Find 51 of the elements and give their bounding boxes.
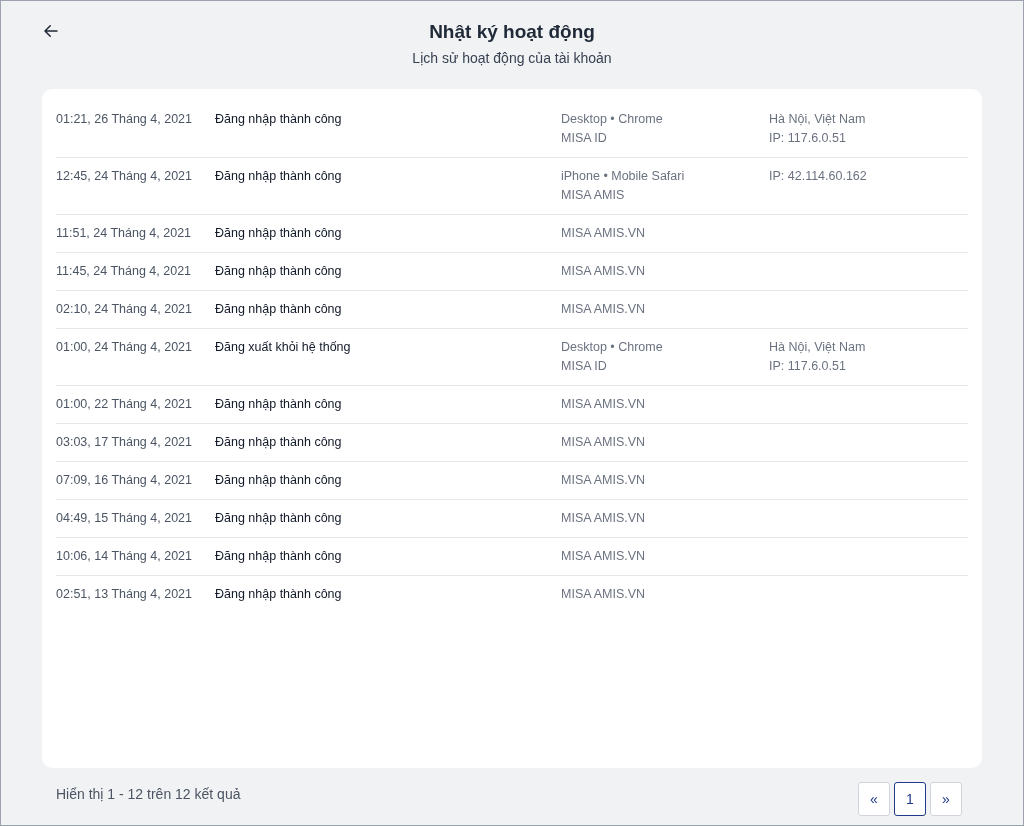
time-cell-text: 01:21, 26 Tháng 4, 2021 [56, 111, 193, 128]
pagination-button[interactable]: 1 [894, 782, 926, 816]
time-cell-text: 01:00, 24 Tháng 4, 2021 [56, 339, 193, 356]
time-cell-text: 11:51, 24 Tháng 4, 2021 [56, 225, 193, 242]
event-cell-text: Đăng nhập thành công [215, 586, 343, 603]
device-text: MISA AMIS.VN [561, 510, 647, 527]
device-text: MISA AMIS.VN [561, 548, 647, 565]
event-cell-text: Đăng nhập thành công [215, 434, 343, 451]
device-text: MISA AMIS.VN [561, 434, 647, 451]
device-text: MISA AMIS.VN [561, 263, 647, 280]
pagination-button[interactable]: » [930, 782, 962, 816]
event-cell-text: Đăng xuất khỏi hệ thống [215, 339, 352, 356]
event-cell-text: Đăng nhập thành công [215, 472, 343, 489]
pagination-button[interactable]: « [858, 782, 890, 816]
device-text: MISA ID [561, 358, 608, 375]
page-title: Nhật ký hoạt động [429, 20, 595, 44]
device-text: MISA AMIS.VN [561, 225, 647, 242]
event-cell-text: Đăng nhập thành công [215, 510, 343, 527]
location-text: IP: 117.6.0.51 [769, 358, 847, 375]
event-cell-text: Đăng nhập thành công [215, 396, 343, 413]
event-cell-text: Đăng nhập thành công [215, 548, 343, 565]
results-summary: Hiển thị 1 - 12 trên 12 kết quả [56, 785, 241, 804]
location-text: IP: 42.114.60.162 [769, 168, 868, 185]
location-text: Hà Nội, Việt Nam [769, 339, 867, 356]
time-cell-text: 03:03, 17 Tháng 4, 2021 [56, 434, 193, 451]
time-cell-text: 10:06, 14 Tháng 4, 2021 [56, 548, 193, 565]
event-cell-text: Đăng nhập thành công [215, 225, 343, 242]
time-cell-text: 07:09, 16 Tháng 4, 2021 [56, 472, 193, 489]
time-cell-text: 02:51, 13 Tháng 4, 2021 [56, 586, 193, 603]
event-cell-text: Đăng nhập thành công [215, 111, 343, 128]
event-cell-text: Đăng nhập thành công [215, 301, 343, 318]
back-arrow-icon [42, 22, 60, 40]
page-subtitle: Lịch sử hoạt động của tài khoản [412, 49, 612, 68]
device-text: Desktop • Chrome [561, 339, 664, 356]
location-text: Hà Nội, Việt Nam [769, 111, 867, 128]
device-text: MISA AMIS.VN [561, 586, 647, 603]
time-cell-text: 04:49, 15 Tháng 4, 2021 [56, 510, 193, 527]
time-cell-text: 12:45, 24 Tháng 4, 2021 [56, 168, 193, 185]
device-text: MISA AMIS [561, 187, 626, 204]
event-cell-text: Đăng nhập thành công [215, 263, 343, 280]
device-text: MISA AMIS.VN [561, 301, 647, 318]
event-cell-text: Đăng nhập thành công [215, 168, 343, 185]
device-text: MISA AMIS.VN [561, 472, 647, 489]
device-text: MISA ID [561, 130, 608, 147]
device-text: iPhone • Mobile Safari [561, 168, 686, 185]
time-cell-text: 11:45, 24 Tháng 4, 2021 [56, 263, 193, 280]
time-cell-text: 02:10, 24 Tháng 4, 2021 [56, 301, 193, 318]
time-cell-text: 01:00, 22 Tháng 4, 2021 [56, 396, 193, 413]
device-text: Desktop • Chrome [561, 111, 664, 128]
location-text: IP: 117.6.0.51 [769, 130, 847, 147]
device-text: MISA AMIS.VN [561, 396, 647, 413]
